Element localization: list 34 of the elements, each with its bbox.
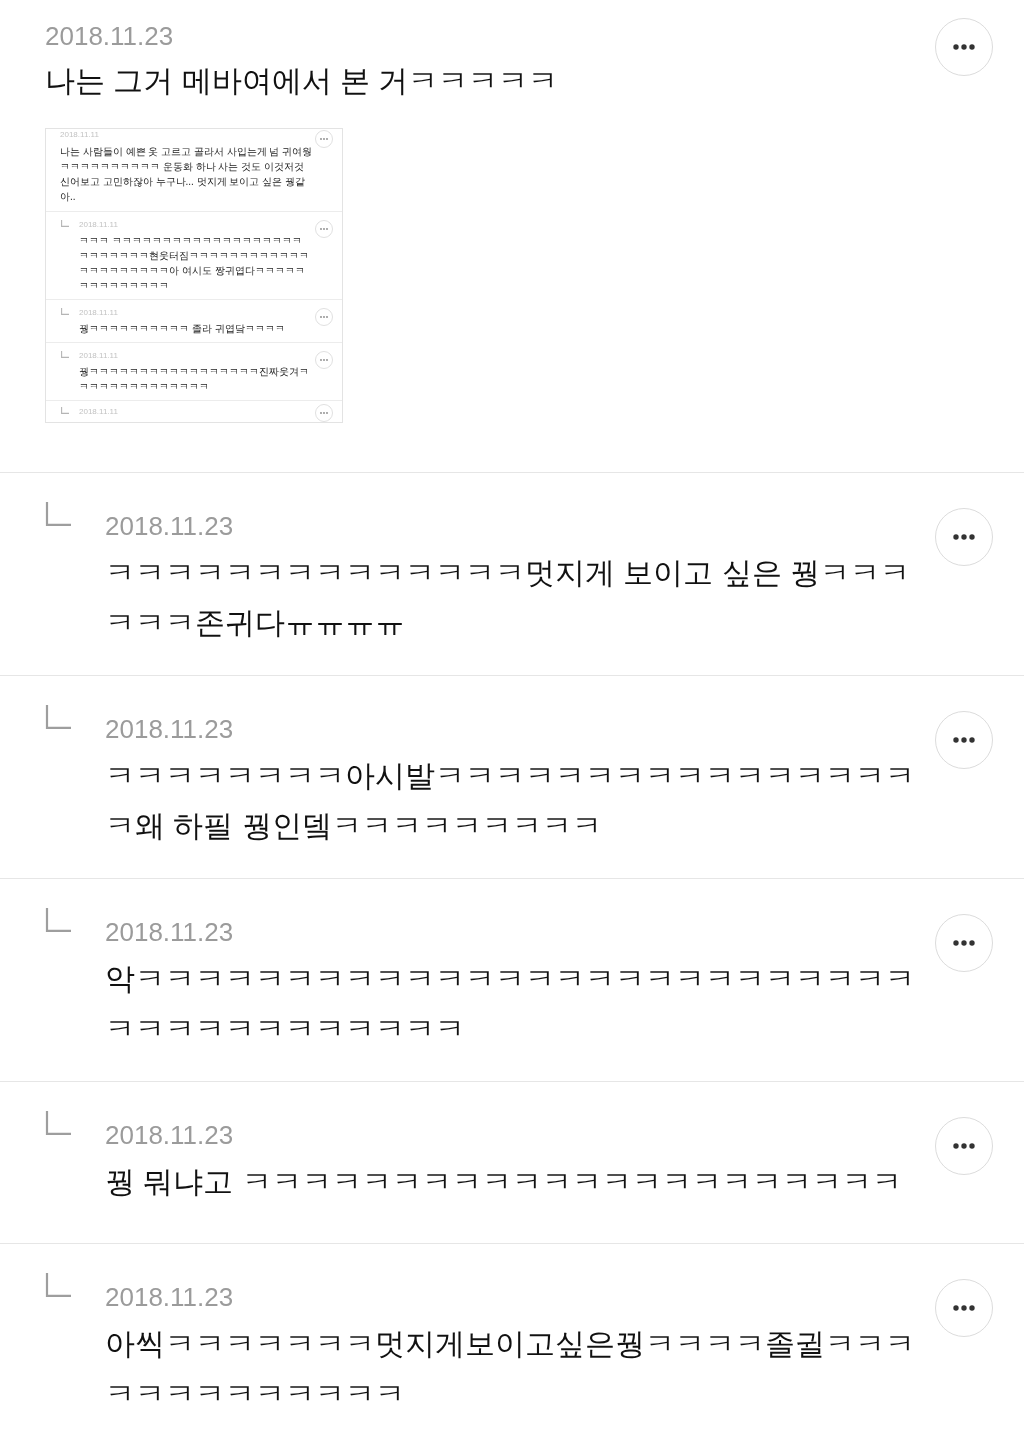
reply-corner-icon xyxy=(61,220,69,227)
ellipsis-circle-icon xyxy=(315,351,333,369)
reply-corner-icon xyxy=(45,1111,71,1135)
reply-date: 2018.11.23 xyxy=(105,916,235,949)
reply-corner-icon xyxy=(45,1273,71,1297)
reply-corner-icon xyxy=(61,308,69,315)
reply-corner-icon xyxy=(61,407,69,414)
reply-corner-icon xyxy=(45,908,71,932)
ellipsis-icon xyxy=(953,1143,975,1149)
ellipsis-icon xyxy=(953,737,975,743)
comment-text: 나는 그거 메바여에서 본 거ㅋㅋㅋㅋㅋ xyxy=(45,63,560,99)
reply-date: 2018.11.23 xyxy=(105,1281,235,1314)
reply-text: 꿩ㅋㅋㅋㅋㅋㅋㅋㅋㅋㅋㅋㅋㅋㅋㅋㅋㅋ진짜웃겨ㅋㅋㅋㅋㅋㅋㅋㅋㅋㅋㅋㅋㅋㅋ xyxy=(79,365,310,394)
ellipsis-icon xyxy=(953,534,975,540)
reply-date: 2018.11.23 xyxy=(105,713,235,746)
reply-text: 꿩 뭐냐고 ㅋㅋㅋㅋㅋㅋㅋㅋㅋㅋㅋㅋㅋㅋㅋㅋㅋㅋㅋㅋㅋㅋ xyxy=(105,1164,903,1200)
reply-date: 2018.11.23 xyxy=(105,1119,235,1152)
ellipsis-icon xyxy=(953,1305,975,1311)
reply-corner-icon xyxy=(61,351,69,358)
ellipsis-circle-icon xyxy=(315,220,333,238)
reply-text: ㅋㅋㅋㅋㅋㅋㅋㅋ아시발ㅋㅋㅋㅋㅋㅋㅋㅋㅋㅋㅋㅋㅋㅋㅋㅋㅋ왜 하필 꿩인뎈ㅋㅋㅋㅋㅋㅋㅋㅋㅋ xyxy=(105,758,916,844)
reply-text: ㅋㅋㅋㅋㅋㅋㅋㅋㅋㅋㅋㅋㅋㅋ멋지게 보이고 싶은 꿩ㅋㅋㅋㅋㅋㅋ존귀다ㅠㅠㅠㅠ xyxy=(105,555,911,641)
reply-corner-icon xyxy=(45,705,71,729)
reply-date: 2018.11.23 xyxy=(105,510,235,543)
ellipsis-circle-icon xyxy=(315,308,333,326)
reply-text: 꿩ㅋㅋㅋㅋㅋㅋㅋㅋㅋㅋ 졸라 귀엽닼ㅋㅋㅋㅋ xyxy=(79,322,286,336)
reply-corner-icon xyxy=(45,502,71,526)
comment-text: 나는 사람들이 예쁜 옷 고르고 골라서 사입는게 넘 귀여웡 ㅋㅋㅋㅋㅋㅋㅋㅋㅋㅋ 운동화 하나 사는 것도 이것저것 신어보고 고민하잖아 누구나... 멋지게 보이고 싶은 꿩같아.. xyxy=(60,145,314,204)
reply-text: ㅋㅋㅋ ㅋㅋㅋㅋㅋㅋㅋㅋㅋㅋㅋㅋㅋㅋㅋㅋㅋㅋㅋㅋㅋㅋㅋㅋㅋㅋ현웃터짐ㅋㅋㅋㅋㅋㅋㅋㅋㅋㅋㅋㅋㅋㅋㅋㅋㅋㅋㅋㅋㅋ아 여시도 짱귀엽다ㅋㅋㅋㅋㅋㅋㅋㅋㅋㅋㅋㅋㅋㅋ xyxy=(79,234,310,293)
reply-text: 악ㅋㅋㅋㅋㅋㅋㅋㅋㅋㅋㅋㅋㅋㅋㅋㅋㅋㅋㅋㅋㅋㅋㅋㅋㅋㅋㅋㅋㅋㅋㅋㅋㅋㅋㅋㅋㅋㅋ xyxy=(105,961,916,1047)
comment-date: 2018.11.23 xyxy=(45,20,175,53)
ellipsis-icon xyxy=(953,940,975,946)
ellipsis-icon xyxy=(953,44,975,50)
reply-text: 아씩ㅋㅋㅋㅋㅋㅋㅋ멋지게보이고싶은꿩ㅋㅋㅋㅋ졸귈ㅋㅋㅋㅋㅋㅋㅋㅋㅋㅋㅋㅋㅋ xyxy=(105,1326,916,1412)
